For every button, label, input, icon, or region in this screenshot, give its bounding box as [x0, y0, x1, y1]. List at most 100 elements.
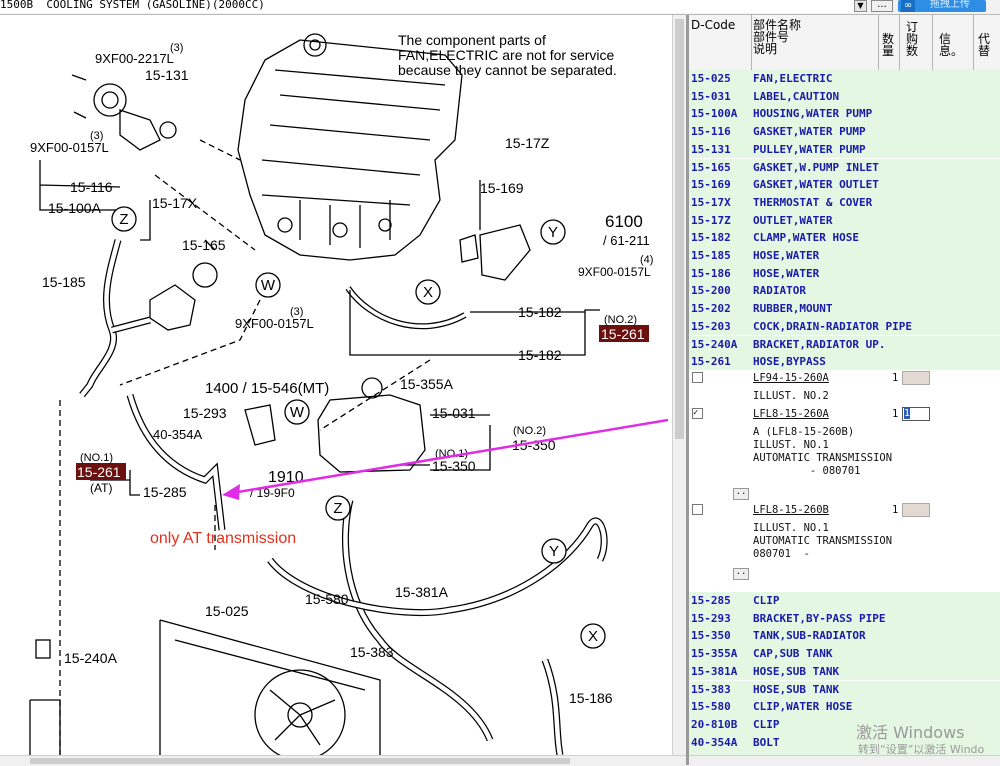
part-name: GASKET,W.PUMP INLET — [753, 160, 879, 174]
sub-part-note: AUTOMATIC TRANSMISSION — [753, 535, 893, 547]
browse-button[interactable]: ... — [871, 0, 893, 12]
sub-part-number[interactable]: LF94-15-260A — [753, 372, 829, 384]
parts-row[interactable]: 15-17X THERMOSTAT & COVER — [689, 193, 1000, 212]
parts-row[interactable]: 15-203 COCK,DRAIN-RADIATOR PIPE — [689, 317, 1000, 336]
chevron-down-icon: ▼ — [857, 1, 864, 10]
note-line: The component parts of — [398, 32, 546, 48]
part-code: 15-131 — [691, 142, 731, 156]
parts-row[interactable]: 15-200 RADIATOR — [689, 282, 1000, 301]
part-code: 15-285 — [691, 594, 731, 607]
part-label: 9XF00-2217L — [95, 51, 174, 66]
select-checkbox[interactable] — [692, 372, 703, 383]
circle-w: W — [261, 277, 276, 294]
part-name: BRACKET,RADIATOR UP. — [753, 337, 886, 351]
scroll-thumb[interactable] — [30, 758, 570, 764]
part-label: 6100 — [605, 212, 643, 231]
col-qty[interactable]: 数 量 — [882, 33, 894, 57]
parts-row[interactable]: 15-165 GASKET,W.PUMP INLET — [689, 158, 1000, 177]
more-button[interactable]: .. — [733, 488, 749, 500]
sub-part-number[interactable]: LFL8-15-260A — [753, 408, 829, 420]
part-code: 40-354A — [691, 735, 738, 749]
diagram-title-field[interactable]: 1500B COOLING SYSTEM (GASOLINE)(2000CC) — [0, 0, 866, 13]
part-label: 15-182 — [518, 304, 562, 320]
circle-z: Z — [333, 500, 342, 517]
col-order[interactable]: 订 购 数 — [906, 21, 918, 57]
parts-row[interactable]: 15-185 HOSE,WATER — [689, 247, 1000, 265]
part-label: (AT) — [90, 481, 112, 495]
circle-z: Z — [119, 211, 128, 228]
parts-row[interactable]: 15-240A BRACKET,RADIATOR UP. — [689, 335, 1000, 354]
part-label: 15-355A — [400, 376, 454, 392]
diagram-pane[interactable]: Z W X Y W Z Y X The component parts of F… — [0, 15, 670, 755]
diagram-horizontal-scrollbar[interactable] — [0, 755, 686, 766]
sub-part-note: - 080701 — [753, 465, 861, 477]
parts-row[interactable]: 15-261 HOSE,BYPASS — [689, 353, 1000, 371]
col-info[interactable]: 信 息。 — [939, 33, 963, 57]
parts-row[interactable]: 15-186 HOSE,WATER — [689, 264, 1000, 283]
select-checkbox-checked[interactable]: ✓ — [692, 408, 703, 419]
scroll-thumb[interactable] — [675, 19, 684, 439]
part-label: 15-186 — [569, 690, 613, 706]
part-name: HOSE,SUB TANK — [753, 664, 840, 678]
parts-row[interactable]: 15-355A CAP,SUB TANK — [689, 645, 1000, 663]
order-qty-field[interactable] — [902, 503, 930, 517]
parts-row[interactable]: 15-202 RUBBER,MOUNT — [689, 300, 1000, 318]
note-line: because they cannot be separated. — [398, 62, 617, 78]
parts-row[interactable]: 15-580 CLIP,WATER HOSE — [689, 698, 1000, 716]
parts-row[interactable]: 15-383 HOSE,SUB TANK — [689, 680, 1000, 699]
part-label: 15-025 — [205, 603, 249, 619]
upload-button[interactable]: ∞ 拖拽上传 — [898, 0, 986, 12]
parts-row[interactable]: 15-025 FAN,ELECTRIC — [689, 70, 1000, 88]
parts-row[interactable]: 15-169 GASKET,WATER OUTLET — [689, 176, 1000, 194]
parts-row[interactable]: 15-100A HOUSING,WATER PUMP — [689, 105, 1000, 124]
col-name[interactable]: 部件名称 部件号 说明 — [753, 19, 801, 55]
parts-row[interactable]: 15-182 CLAMP,WATER HOSE — [689, 229, 1000, 247]
parts-row[interactable]: 15-293 BRACKET,BY-PASS PIPE — [689, 609, 1000, 628]
part-code: 15-169 — [691, 178, 731, 192]
part-label: 15-185 — [42, 274, 86, 290]
parts-row[interactable]: 15-031 LABEL,CAUTION — [689, 87, 1000, 106]
parts-list: D-Code 部件名称 部件号 说明 数 量 订 购 数 信 息。 代 替 15… — [689, 15, 1000, 765]
part-label: (NO.2) — [604, 314, 637, 326]
select-checkbox[interactable] — [692, 504, 703, 515]
part-name: RADIATOR — [753, 284, 806, 298]
order-qty-field[interactable] — [902, 371, 930, 385]
col-sub[interactable]: 代 替 — [978, 33, 990, 57]
watermark-line: 转到“设置”以激活 Windo — [858, 743, 985, 756]
part-name: LABEL,CAUTION — [753, 89, 840, 103]
part-label: 15-293 — [183, 405, 227, 421]
parts-row[interactable]: 15-116 GASKET,WATER PUMP — [689, 123, 1000, 141]
col-dcode[interactable]: D-Code — [691, 19, 735, 31]
part-code: 15-025 — [691, 72, 731, 85]
part-code: 15-261 — [691, 355, 731, 369]
parts-row[interactable]: 15-285 CLIP — [689, 592, 1000, 610]
more-button[interactable]: .. — [733, 568, 749, 580]
parts-row[interactable]: 15-17Z OUTLET,WATER — [689, 211, 1000, 230]
parts-row[interactable]: 15-350 TANK,SUB-RADIATOR — [689, 627, 1000, 646]
part-label: 15-165 — [182, 237, 226, 253]
annotation-arrow — [231, 418, 669, 495]
order-qty-input[interactable]: 1 — [902, 407, 930, 421]
upload-label: 拖拽上传 — [930, 0, 970, 10]
part-name: THERMOSTAT & COVER — [753, 195, 873, 209]
sub-part-number[interactable]: LFL8-15-260B — [753, 504, 829, 516]
part-name: CLIP — [753, 717, 780, 731]
part-label: (NO.2) — [513, 425, 546, 437]
part-name: CLAMP,WATER HOSE — [753, 231, 859, 245]
title-dropdown-button[interactable]: ▼ — [854, 0, 867, 12]
parts-row[interactable]: 15-381A HOSE,SUB TANK — [689, 662, 1000, 681]
part-code: 15-182 — [691, 231, 731, 245]
part-label: 15-17X — [152, 195, 198, 211]
sub-part-qty: 1 — [892, 372, 899, 384]
part-label: 9XF00-0157L — [578, 265, 651, 279]
part-labels[interactable]: (3) 9XF00-2217L 15-131 (3) 9XF00-0157L 1… — [30, 42, 653, 706]
part-label: 15-116 — [70, 179, 113, 195]
infinity-icon: ∞ — [901, 0, 915, 12]
sub-part-note: AUTOMATIC TRANSMISSION — [753, 452, 893, 464]
diagram-vertical-scrollbar[interactable] — [672, 15, 687, 758]
cooling-system-diagram: Z W X Y W Z Y X The component parts of F… — [29, 32, 669, 755]
parts-row[interactable]: 15-131 PULLEY,WATER PUMP — [689, 140, 1000, 159]
watermark-line: 激活 Windows — [856, 723, 965, 742]
part-name: COCK,DRAIN-RADIATOR PIPE — [753, 319, 912, 333]
part-code: 15-580 — [691, 700, 731, 714]
